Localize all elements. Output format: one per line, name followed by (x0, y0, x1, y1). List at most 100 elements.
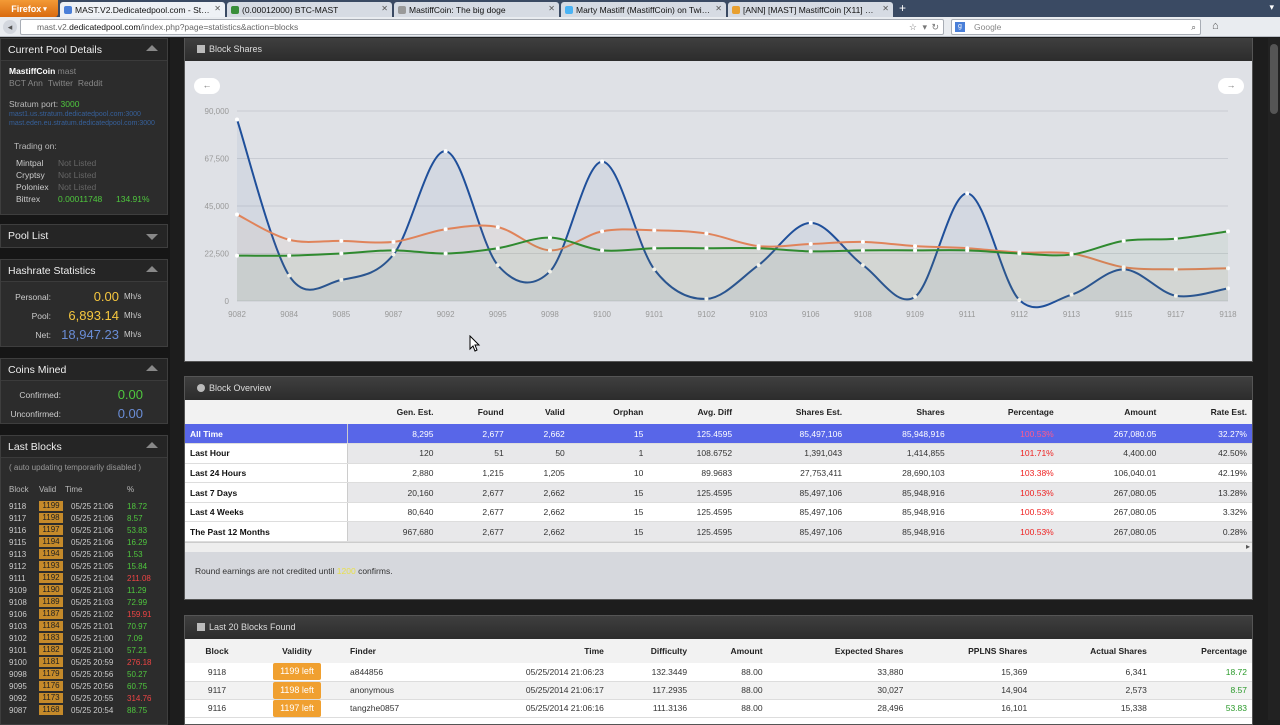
data-point[interactable] (1121, 238, 1126, 243)
last-block-row[interactable]: 9101 1182 05/25 21:00 57.21 (9, 644, 159, 656)
data-point[interactable] (860, 248, 865, 253)
panel-header[interactable]: Coins Mined (1, 359, 167, 381)
history-dropdown-icon[interactable]: ▾ (922, 20, 927, 34)
browser-tab[interactable]: (0.00012000) BTC-MAST ✕ (227, 2, 392, 17)
stratum-url-2[interactable]: mast.eden.eu.stratum.dedicatedpool.com:3… (9, 120, 159, 127)
stratum-url-1[interactable]: mast1.us.stratum.dedicatedpool.com:3000 (9, 111, 159, 118)
last-block-row[interactable]: 9100 1181 05/25 20:59 276.18 (9, 656, 159, 668)
last-block-row[interactable]: 9106 1187 05/25 21:02 159.91 (9, 608, 159, 620)
data-point[interactable] (443, 227, 448, 232)
last-block-row[interactable]: 9111 1192 05/25 21:04 211.08 (9, 572, 159, 584)
coin-link[interactable]: BCT Ann (9, 78, 43, 88)
last-block-row[interactable]: 9103 1184 05/25 21:01 70.97 (9, 620, 159, 632)
data-point[interactable] (600, 248, 605, 253)
data-point[interactable] (704, 246, 709, 251)
data-point[interactable] (391, 248, 396, 253)
scroll-right-icon[interactable]: ▸ (1246, 542, 1250, 551)
home-icon[interactable]: ⌂ (1212, 20, 1219, 32)
data-point[interactable] (704, 231, 709, 236)
panel-header[interactable]: Last Blocks (1, 436, 167, 458)
panel-header[interactable]: Pool List (1, 225, 167, 247)
data-point[interactable] (965, 248, 970, 253)
data-point[interactable] (808, 220, 813, 225)
data-point[interactable] (1017, 251, 1022, 256)
overview-row[interactable]: Last 24 Hours 2,880 1,215 1,205 10 89.9683 27,… (185, 463, 1252, 484)
data-point[interactable] (1069, 252, 1074, 257)
data-point[interactable] (1173, 236, 1178, 241)
last-block-row[interactable]: 9108 1189 05/25 21:03 72.99 (9, 596, 159, 608)
scrollbar-thumb[interactable] (1270, 44, 1278, 114)
close-tab-icon[interactable]: ✕ (548, 4, 555, 13)
last-block-row[interactable]: 9092 1173 05/25 20:55 314.76 (9, 692, 159, 704)
data-point[interactable] (443, 251, 448, 256)
data-point[interactable] (235, 212, 239, 217)
last-block-row[interactable]: 9087 1168 05/25 20:54 88.75 (9, 704, 159, 716)
last-block-row[interactable]: 9113 1194 05/25 21:06 1.53 (9, 548, 159, 560)
exchange-value[interactable]: Not Listed (58, 170, 116, 180)
browser-tab[interactable]: MastiffCoin: The big doge ✕ (394, 2, 559, 17)
panel-header[interactable]: Current Pool Details (1, 39, 167, 61)
last-block-row[interactable]: 9098 1179 05/25 20:56 50.27 (9, 668, 159, 680)
data-point[interactable] (808, 242, 813, 246)
coin-link[interactable]: Twitter (48, 78, 73, 88)
data-point[interactable] (652, 246, 657, 251)
data-point[interactable] (339, 251, 344, 256)
data-point[interactable] (1226, 229, 1230, 234)
collapse-arrow-icon[interactable] (146, 442, 158, 448)
data-point[interactable] (443, 149, 448, 154)
expand-arrow-icon[interactable] (146, 234, 158, 240)
overview-row[interactable]: Last Hour 120 51 50 1 108.6752 1,391,043 1,414,… (185, 443, 1252, 464)
data-point[interactable] (860, 239, 865, 244)
last-block-row[interactable]: 9112 1193 05/25 21:05 15.84 (9, 560, 159, 572)
last-block-row[interactable]: 9115 1194 05/25 21:06 16.29 (9, 536, 159, 548)
firefox-menu-button[interactable]: Firefox ▾ (0, 0, 58, 17)
exchange-value[interactable]: 0.00011748 (58, 194, 116, 204)
page-scrollbar[interactable] (1268, 38, 1280, 720)
data-point[interactable] (391, 239, 396, 244)
last20-row[interactable]: 9118 1199 left a844856 05/25/2014 21:06:23 1… (185, 663, 1252, 682)
search-input[interactable]: g Google ⌕ (951, 19, 1201, 35)
data-point[interactable] (808, 249, 813, 254)
data-point[interactable] (339, 238, 344, 243)
tab-list-icon[interactable]: ▾ (1269, 2, 1274, 13)
data-point[interactable] (652, 228, 657, 233)
overview-row[interactable]: The Past 12 Months 967,680 2,677 2,662 15 125… (185, 521, 1252, 543)
browser-tab[interactable]: MAST.V2.Dedicatedpool.com - Statistics ✕ (60, 2, 225, 17)
collapse-arrow-icon[interactable] (146, 365, 158, 371)
horizontal-scrollbar[interactable]: ▸ (185, 542, 1252, 553)
close-tab-icon[interactable]: ✕ (715, 4, 722, 13)
close-tab-icon[interactable]: ✕ (882, 4, 889, 13)
last-block-row[interactable]: 9118 1199 05/25 21:06 18.72 (9, 500, 159, 512)
bookmark-star-icon[interactable]: ☆ (909, 20, 917, 34)
browser-tab[interactable]: [ANN] [MAST] MastiffCoin [X11] Only 5 d.… (728, 2, 893, 17)
data-point[interactable] (495, 246, 500, 251)
overview-row[interactable]: Last 4 Weeks 80,640 2,677 2,662 15 125.4595 85… (185, 502, 1252, 523)
data-point[interactable] (756, 246, 761, 251)
collapse-arrow-icon[interactable] (146, 266, 158, 272)
last-block-row[interactable]: 9117 1198 05/25 21:06 8.57 (9, 512, 159, 524)
last-block-row[interactable]: 9102 1183 05/25 21:00 7.09 (9, 632, 159, 644)
data-point[interactable] (287, 237, 292, 242)
collapse-arrow-icon[interactable] (146, 45, 158, 51)
data-point[interactable] (547, 235, 552, 240)
data-point[interactable] (235, 117, 239, 122)
data-point[interactable] (600, 229, 605, 234)
data-point[interactable] (600, 159, 605, 164)
data-point[interactable] (495, 225, 500, 230)
reload-icon[interactable]: ↻ (931, 20, 939, 34)
panel-header[interactable]: Hashrate Statistics (1, 260, 167, 282)
last-block-row[interactable]: 9109 1190 05/25 21:03 11.29 (9, 584, 159, 596)
data-point[interactable] (965, 191, 970, 196)
close-tab-icon[interactable]: ✕ (214, 4, 221, 13)
last20-row[interactable]: 9116 1197 left tangzhe0857 05/25/2014 21:06… (185, 699, 1252, 718)
last-block-row[interactable]: 9116 1197 05/25 21:06 53.83 (9, 524, 159, 536)
last-block-row[interactable]: 9095 1176 05/25 20:56 60.75 (9, 680, 159, 692)
data-point[interactable] (913, 248, 918, 253)
data-point[interactable] (913, 244, 918, 249)
data-point[interactable] (235, 253, 239, 258)
exchange-value[interactable]: Not Listed (58, 158, 116, 168)
search-icon[interactable]: ⌕ (1191, 20, 1196, 34)
new-tab-button[interactable]: + (899, 0, 906, 17)
data-point[interactable] (287, 253, 292, 258)
last20-row[interactable]: 9117 1198 left anonymous 05/25/2014 21:06:1… (185, 681, 1252, 700)
